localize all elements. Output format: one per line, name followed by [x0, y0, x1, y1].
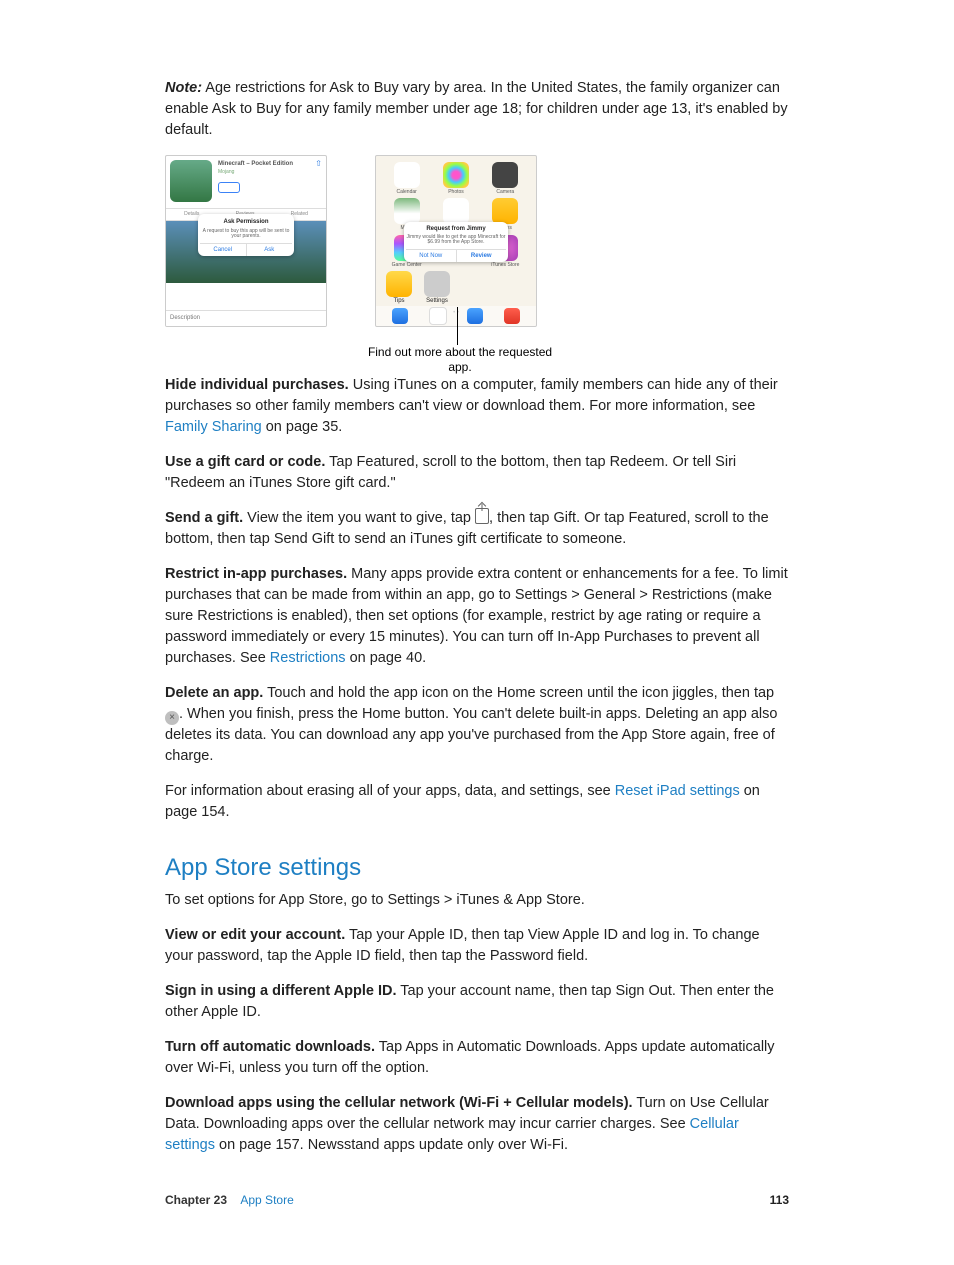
document-page: Note: Age restrictions for Ask to Buy va… [0, 0, 954, 1265]
dialog-review: Review [457, 250, 507, 263]
section-heading: App Store settings [165, 851, 789, 886]
callout-text: Find out more about the requested app. [365, 345, 555, 375]
videos-icon [443, 198, 469, 224]
para-restrict: Restrict in-app purchases. Many apps pro… [165, 564, 789, 669]
lead: Use a gift card or code. [165, 454, 325, 470]
lead: Delete an app. [165, 685, 263, 701]
lead: Hide individual purchases. [165, 377, 349, 393]
lead: Send a gift. [165, 510, 243, 526]
share-icon [475, 508, 489, 524]
link-reset-ipad[interactable]: Reset iPad settings [615, 783, 740, 799]
notes-icon [492, 198, 518, 224]
para-view-account: View or edit your account. Tap your Appl… [165, 925, 789, 967]
price-button [218, 182, 240, 193]
dialog-message: A request to buy this app will be sent t… [200, 229, 292, 240]
dialog-cancel: Cancel [200, 244, 247, 257]
para-signin: Sign in using a different Apple ID. Tap … [165, 981, 789, 1023]
tips-icon [386, 271, 412, 297]
app-thumbnail [170, 160, 212, 202]
dock-icon [504, 308, 520, 324]
dock-icon [429, 307, 447, 325]
figure-row: ⇧ Minecraft – Pocket Edition Mojang Deta… [165, 155, 789, 327]
tab: Details [184, 211, 199, 218]
dialog-notnow: Not Now [406, 250, 457, 263]
chapter-label: Chapter 23 [165, 1193, 227, 1207]
lead: Sign in using a different Apple ID. [165, 983, 396, 999]
para-erase: For information about erasing all of you… [165, 781, 789, 823]
para-sendgift: Send a gift. View the item you want to g… [165, 508, 789, 550]
share-icon: ⇧ [315, 158, 322, 170]
calendar-icon [394, 162, 420, 188]
request-dialog: Request from Jimmy Jimmy would like to g… [404, 222, 508, 262]
dialog-ask: Ask [247, 244, 293, 257]
link-restrictions[interactable]: Restrictions [270, 650, 346, 666]
photos-icon [443, 162, 469, 188]
para-delete: Delete an app. Touch and hold the app ic… [165, 683, 789, 767]
screenshot-ask-permission: ⇧ Minecraft – Pocket Edition Mojang Deta… [165, 155, 327, 327]
note-paragraph: Note: Age restrictions for Ask to Buy va… [165, 78, 789, 141]
lead: Restrict in-app purchases. [165, 566, 347, 582]
page-number: 113 [770, 1192, 789, 1209]
para-hide: Hide individual purchases. Using iTunes … [165, 375, 789, 438]
lead: Download apps using the cellular network… [165, 1095, 633, 1111]
dialog-title: Ask Permission [200, 218, 292, 227]
settings-intro: To set options for App Store, go to Sett… [165, 890, 789, 911]
lead: View or edit your account. [165, 927, 345, 943]
dock-icon [392, 308, 408, 324]
ask-permission-dialog: Ask Permission A request to buy this app… [198, 214, 294, 256]
dock-icon [467, 308, 483, 324]
page-footer: Chapter 23 App Store 113 [165, 1192, 789, 1209]
delete-badge-icon: × [165, 711, 179, 725]
app-vendor: Mojang [218, 169, 293, 176]
camera-icon [492, 162, 518, 188]
note-label: Note: [165, 80, 202, 96]
para-cellular: Download apps using the cellular network… [165, 1093, 789, 1156]
settings-icon [424, 271, 450, 297]
dock [376, 306, 536, 326]
note-body: Age restrictions for Ask to Buy vary by … [165, 80, 788, 138]
description-label: Description [166, 310, 326, 326]
callout-line [457, 307, 458, 345]
chapter-name: App Store [240, 1193, 293, 1207]
callout: Find out more about the requested app. [165, 345, 535, 375]
link-family-sharing[interactable]: Family Sharing [165, 419, 262, 435]
screenshot-request-review: Calendar Photos Camera Maps Videos Notes… [375, 155, 537, 327]
dialog-message: Jimmy would like to get the app Minecraf… [406, 235, 506, 246]
lead: Turn off automatic downloads. [165, 1039, 375, 1055]
maps-icon [394, 198, 420, 224]
para-auto: Turn off automatic downloads. Tap Apps i… [165, 1037, 789, 1079]
dialog-title: Request from Jimmy [406, 225, 506, 234]
app-title: Minecraft – Pocket Edition [218, 160, 293, 169]
para-giftcard: Use a gift card or code. Tap Featured, s… [165, 452, 789, 494]
